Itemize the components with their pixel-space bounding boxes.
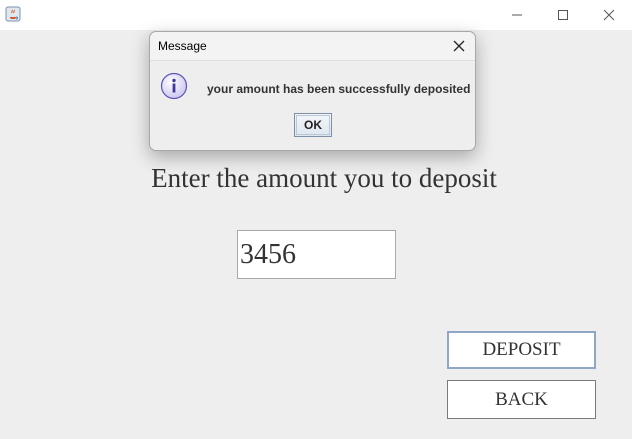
maximize-button[interactable]	[540, 0, 586, 30]
minimize-button[interactable]	[494, 0, 540, 30]
close-window-button[interactable]	[586, 0, 632, 30]
close-icon	[453, 40, 465, 52]
ok-button[interactable]: OK	[294, 113, 332, 137]
dialog-close-button[interactable]	[449, 36, 469, 56]
info-icon	[160, 72, 188, 100]
dialog-title: Message	[158, 39, 207, 53]
minimize-icon	[512, 14, 522, 16]
deposit-prompt: Enter the amount you to deposit	[151, 163, 497, 193]
deposit-button[interactable]: DEPOSIT	[447, 331, 596, 369]
dialog-message: your amount has been successfully deposi…	[207, 82, 471, 96]
dialog-title-bar[interactable]: Message	[150, 32, 475, 61]
close-icon	[603, 9, 615, 21]
amount-input[interactable]	[237, 230, 396, 279]
java-cup-icon	[5, 6, 21, 22]
maximize-icon	[558, 10, 568, 20]
title-bar[interactable]	[0, 0, 632, 30]
message-dialog: Message your amount has been successfull…	[149, 31, 476, 151]
back-button[interactable]: BACK	[447, 380, 596, 419]
